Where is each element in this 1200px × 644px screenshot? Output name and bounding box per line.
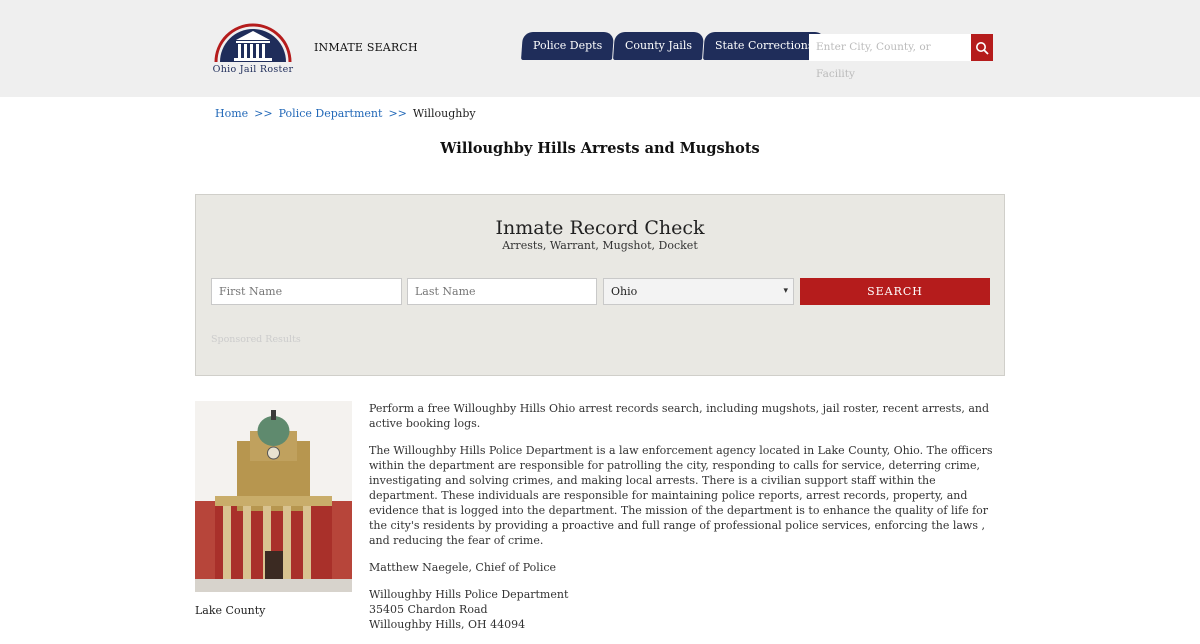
state-select[interactable]: Ohio ▾ xyxy=(603,278,794,305)
courthouse-photo xyxy=(195,401,352,592)
facility-search-input[interactable]: Enter City, County, or Facility xyxy=(809,34,971,80)
chevron-down-icon: ▾ xyxy=(783,286,788,296)
breadcrumb: Home >> Police Department >> Willoughby xyxy=(215,107,476,120)
first-name-input[interactable]: First Name xyxy=(211,278,402,305)
sponsored-results-label: Sponsored Results xyxy=(211,334,301,345)
department-address: Willoughby Hills Police Department 35405… xyxy=(369,587,1005,632)
address-name: Willoughby Hills Police Department xyxy=(369,588,569,601)
address-street: 35405 Chardon Road xyxy=(369,603,488,616)
breadcrumb-separator: >> xyxy=(254,107,273,120)
record-check-subtitle: Arrests, Warrant, Mugshot, Docket xyxy=(502,239,698,252)
breadcrumb-home[interactable]: Home xyxy=(215,107,248,120)
tab-state-corrections[interactable]: State Corrections xyxy=(703,32,826,60)
breadcrumb-separator: >> xyxy=(388,107,407,120)
page-title: Willoughby Hills Arrests and Mugshots xyxy=(440,140,760,157)
site-header: Ohio Jail Roster INMATE SEARCH Police De… xyxy=(0,0,1200,97)
inmate-search-link[interactable]: INMATE SEARCH xyxy=(314,41,418,54)
tab-police-depts[interactable]: Police Depts xyxy=(521,32,615,60)
tab-label: County Jails xyxy=(625,39,693,52)
last-name-input[interactable]: Last Name xyxy=(407,278,597,305)
nav-tabs: Police Depts County Jails State Correcti… xyxy=(521,32,826,60)
state-selected-value: Ohio xyxy=(611,285,638,298)
breadcrumb-current: Willoughby xyxy=(412,107,476,120)
intro-paragraph: Perform a free Willoughby Hills Ohio arr… xyxy=(369,402,990,430)
inmate-record-check-panel: Inmate Record Check Arrests, Warrant, Mu… xyxy=(195,194,1005,376)
logo-text: Ohio Jail Roster xyxy=(212,64,294,75)
breadcrumb-police-department[interactable]: Police Department xyxy=(279,107,383,120)
courthouse-image-icon xyxy=(195,401,352,592)
chief-of-police: Matthew Naegele, Chief of Police xyxy=(369,561,557,574)
site-logo[interactable]: Ohio Jail Roster xyxy=(208,20,298,76)
record-search-button[interactable]: SEARCH xyxy=(800,278,990,305)
search-icon xyxy=(976,41,989,55)
tab-label: Police Depts xyxy=(533,39,603,52)
facility-search-button[interactable] xyxy=(971,34,993,61)
record-check-title: Inmate Record Check xyxy=(495,217,705,239)
department-description: Perform a free Willoughby Hills Ohio arr… xyxy=(369,401,1005,644)
tab-label: State Corrections xyxy=(715,39,814,52)
tab-county-jails[interactable]: County Jails xyxy=(613,32,705,60)
photo-caption: Lake County xyxy=(195,604,266,617)
courthouse-logo-icon xyxy=(214,23,292,63)
department-paragraph: The Willoughby Hills Police Department i… xyxy=(369,444,993,547)
